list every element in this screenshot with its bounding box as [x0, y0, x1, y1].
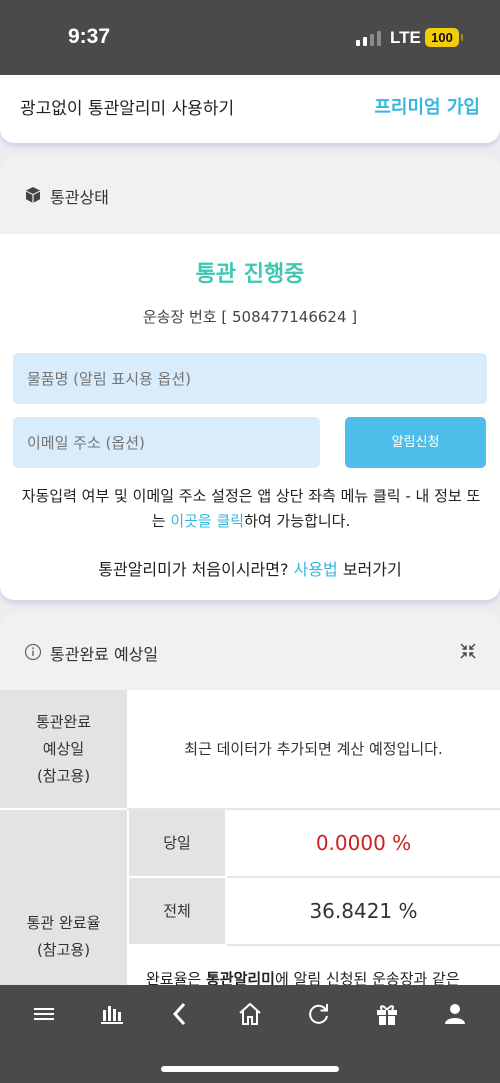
- refresh-icon[interactable]: [306, 1001, 332, 1027]
- battery-icon: 100: [425, 28, 463, 47]
- rate-today-value: 0.0000 %: [227, 810, 500, 876]
- item-name-input[interactable]: [13, 353, 487, 404]
- alert-request-button[interactable]: 알림신청: [345, 417, 486, 468]
- estimate-value: 최근 데이터가 추가되면 계산 예정입니다.: [127, 690, 500, 808]
- customs-status-header: 통관상태: [0, 156, 500, 234]
- back-icon[interactable]: [167, 1001, 193, 1027]
- completion-table: 통관완료 예상일 (참고용) 최근 데이터가 추가되면 계산 예정입니다. 통관…: [0, 690, 500, 990]
- user-icon[interactable]: [442, 1001, 468, 1027]
- clock: 9:37: [68, 25, 111, 48]
- home-indicator: [161, 1066, 339, 1072]
- premium-banner: 광고없이 통관알리미 사용하기 프리미엄 가입: [0, 75, 500, 143]
- settings-note: 자동입력 여부 및 이메일 주소 설정은 앱 상단 좌측 메뉴 클릭 - 내 정…: [21, 487, 481, 530]
- completion-estimate-header: 통관완료 예상일: [0, 613, 500, 691]
- info-icon: [24, 643, 42, 661]
- rate-label: 통관 완료율 (참고용): [0, 810, 127, 990]
- menu-icon[interactable]: [31, 1001, 57, 1027]
- estimate-label: 통관완료 예상일 (참고용): [0, 690, 127, 808]
- status-bar: 9:37 LTE 100: [0, 0, 500, 75]
- network-type: LTE: [390, 28, 421, 47]
- gift-icon[interactable]: [374, 1001, 400, 1027]
- customs-status-text: 통관 진행중: [195, 262, 305, 287]
- customs-status-card: 통관 진행중 운송장 번호 [ 508477146624 ] 알림신청 자동입력…: [0, 234, 500, 600]
- premium-signup-link[interactable]: 프리미엄 가입: [374, 93, 480, 119]
- usage-intro: 통관알리미가 처음이시라면? 사용법 보러가기: [98, 560, 402, 579]
- chart-icon[interactable]: [99, 1001, 125, 1027]
- box-icon: [26, 187, 40, 203]
- section-title: 통관완료 예상일: [50, 645, 159, 664]
- rate-total-value: 36.8421 %: [227, 878, 500, 944]
- rate-row-label: 당일: [129, 810, 225, 876]
- click-here-link[interactable]: 이곳을 클릭: [170, 512, 244, 530]
- collapse-icon[interactable]: [460, 643, 476, 659]
- signal-icon: [356, 30, 382, 46]
- tracking-number: 운송장 번호 [ 508477146624 ]: [142, 308, 358, 326]
- email-input[interactable]: [13, 417, 320, 468]
- divider: [227, 944, 500, 946]
- rate-row-label: 전체: [129, 878, 225, 944]
- usage-guide-link[interactable]: 사용법: [294, 560, 338, 579]
- home-icon[interactable]: [237, 1001, 263, 1027]
- premium-text: 광고없이 통관알리미 사용하기: [20, 99, 235, 119]
- section-title: 통관상태: [50, 188, 109, 207]
